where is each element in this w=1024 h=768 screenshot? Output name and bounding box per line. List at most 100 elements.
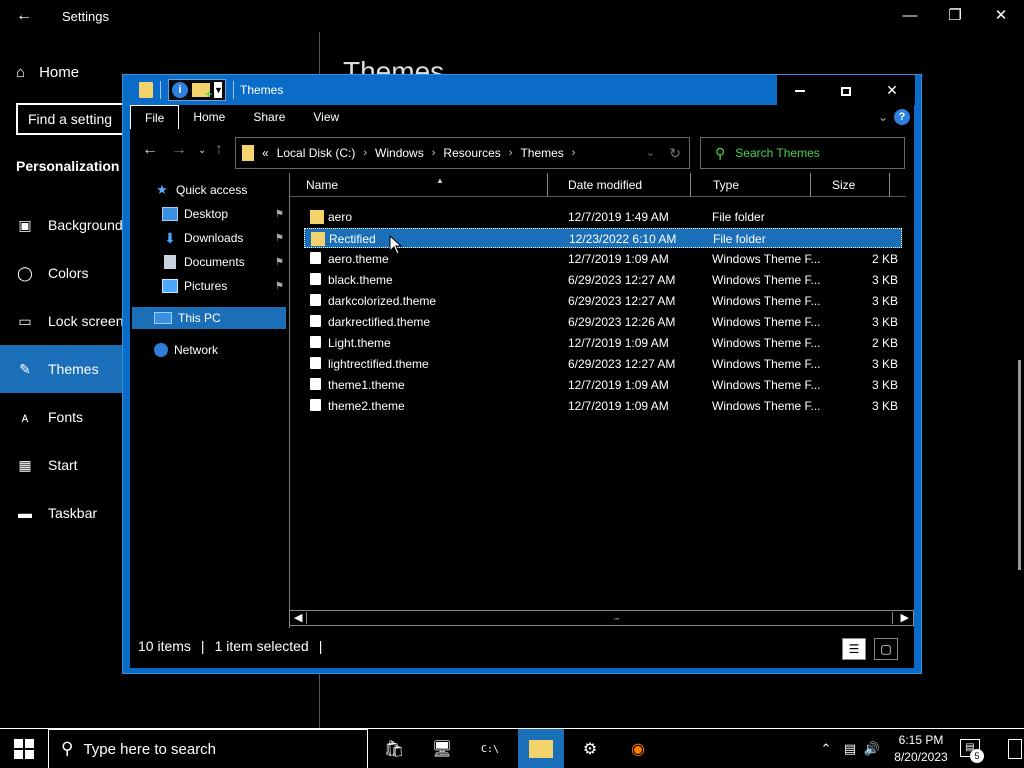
up-arrow-icon[interactable]: ↑ [215, 141, 223, 159]
file-row[interactable]: darkcolorized.theme 6/29/2023 12:27 AM W… [304, 291, 902, 311]
theme-file-icon [310, 336, 321, 348]
pin-icon: ⚑ [275, 256, 284, 268]
navigation-pane: ★ Quick access Desktop ⚑ ⬇ Downloads ⚑ D… [130, 177, 288, 627]
column-date-modified[interactable]: Date modified [560, 173, 691, 197]
properties-icon[interactable]: i [172, 82, 188, 98]
nav-documents[interactable]: Documents ⚑ [162, 251, 284, 273]
firefox-icon[interactable]: ◉ [615, 729, 661, 768]
recent-locations-chevron-icon[interactable]: ⌄ [198, 145, 206, 156]
expand-ribbon-chevron-icon[interactable]: ⌄ [878, 110, 888, 124]
back-arrow-icon[interactable]: ← [14, 6, 34, 26]
column-size[interactable]: Size [824, 173, 890, 197]
chevron-right-icon[interactable]: › [432, 147, 436, 159]
nav-downloads[interactable]: ⬇ Downloads ⚑ [162, 227, 284, 249]
chevron-right-icon[interactable]: › [363, 147, 367, 159]
file-row[interactable]: Light.theme 12/7/2019 1:09 AM Windows Th… [304, 333, 902, 353]
chevron-right-icon[interactable]: › [509, 147, 513, 159]
tab-share[interactable]: Share [239, 105, 299, 129]
ribbon-right-controls: ⌄ ? [878, 109, 910, 125]
window-title: Themes [240, 83, 284, 97]
nav-pictures[interactable]: Pictures ⚑ [162, 275, 284, 297]
file-row[interactable]: black.theme 6/29/2023 12:27 AM Windows T… [304, 270, 902, 290]
file-row[interactable]: theme2.theme 12/7/2019 1:09 AM Windows T… [304, 396, 902, 416]
tab-view[interactable]: View [299, 105, 353, 129]
network-status-icon[interactable]: ▤ [840, 729, 860, 768]
new-folder-icon[interactable] [192, 83, 212, 101]
search-box[interactable]: ⚲ Search Themes [700, 137, 905, 169]
breadcrumb-local-disk[interactable]: Local Disk (C:) [277, 146, 356, 160]
settings-scrollbar[interactable] [1018, 360, 1021, 570]
folder-icon [310, 210, 324, 224]
theme-file-icon [310, 357, 321, 369]
horizontal-scrollbar[interactable]: ◀ ┄ ▶ [289, 610, 914, 626]
theme-file-icon [310, 273, 321, 285]
tab-home[interactable]: Home [179, 105, 239, 129]
selection-count: 1 item selected [214, 638, 309, 654]
network-icon [154, 343, 168, 357]
file-row[interactable]: aero 12/7/2019 1:49 AM File folder [304, 207, 902, 227]
taskbar-icon: ▬ [18, 505, 32, 521]
taskbar-search-box[interactable]: ⚲ Type here to search [48, 729, 368, 768]
nav-this-pc[interactable]: This PC [132, 307, 286, 329]
desktop-icon [162, 207, 178, 221]
restore-button[interactable]: ❐ [941, 4, 969, 28]
large-icons-view-icon[interactable]: ▢ [874, 638, 898, 660]
nav-network[interactable]: Network [154, 339, 284, 361]
documents-icon [164, 255, 176, 269]
folder-icon [242, 145, 254, 161]
minimize-button[interactable] [777, 75, 823, 105]
column-type[interactable]: Type [705, 173, 811, 197]
minimize-button[interactable]: — [896, 4, 924, 28]
folder-icon [311, 232, 325, 246]
address-bar[interactable]: « Local Disk (C:) › Windows › Resources … [235, 137, 690, 169]
lock-screen-icon: ▭ [18, 312, 32, 329]
breadcrumb-overflow[interactable]: « [262, 146, 269, 160]
file-explorer-taskbar-icon[interactable] [518, 729, 564, 768]
file-row[interactable]: lightrectified.theme 6/29/2023 12:27 AM … [304, 354, 902, 374]
star-icon: ★ [156, 182, 168, 197]
close-button[interactable]: ✕ [987, 4, 1015, 28]
details-view-icon[interactable]: ☰ [842, 638, 866, 660]
column-headers: Name ▲ Date modified Type Size [290, 173, 906, 197]
file-explorer-window: i ▼ Themes ✕ File Home Share View ⌄ ? ← … [122, 74, 922, 674]
nav-desktop[interactable]: Desktop ⚑ [162, 203, 284, 225]
sort-up-icon: ▲ [436, 176, 444, 185]
refresh-icon[interactable]: ↻ [669, 145, 681, 162]
theme-file-icon [310, 315, 321, 327]
palette-icon: ◯ [17, 264, 33, 281]
help-icon[interactable]: ? [894, 109, 910, 125]
command-prompt-icon[interactable]: C:\ [467, 729, 513, 768]
breadcrumb-windows[interactable]: Windows [375, 146, 424, 160]
column-name[interactable]: Name ▲ [298, 173, 548, 197]
status-bar: 10 items | 1 item selected | ☰ ▢ [130, 628, 914, 668]
customize-toolbar-dropdown-icon[interactable]: ▼ [214, 82, 223, 98]
windows-start-icon[interactable] [14, 739, 34, 759]
maximize-button[interactable] [823, 75, 869, 105]
scroll-right-icon[interactable]: ▶ [901, 611, 909, 625]
back-arrow-icon[interactable]: ← [142, 141, 158, 159]
settings-gear-icon[interactable]: ⚙ [567, 729, 613, 768]
control-panel-icon[interactable]: 🖥 [419, 729, 465, 768]
close-button[interactable]: ✕ [869, 75, 915, 105]
scrollbar-thumb[interactable]: ┄ [306, 612, 893, 624]
notification-count-badge: 5 [970, 749, 984, 763]
nav-quick-access[interactable]: ★ Quick access [154, 179, 284, 201]
chevron-right-icon[interactable]: › [572, 147, 576, 159]
file-row[interactable]: theme1.theme 12/7/2019 1:09 AM Windows T… [304, 375, 902, 395]
show-desktop-button[interactable] [1008, 739, 1022, 759]
tab-file[interactable]: File [130, 105, 180, 129]
address-dropdown-icon[interactable]: ⌄ [646, 146, 655, 159]
settings-title: Settings [62, 9, 109, 24]
store-icon[interactable]: 🛍 [371, 729, 417, 768]
home-icon: ⌂ [16, 64, 26, 81]
volume-icon[interactable]: 🔊 [862, 729, 882, 768]
divider: | [200, 638, 205, 654]
file-row[interactable]: darkrectified.theme 6/29/2023 12:26 AM W… [304, 312, 902, 332]
breadcrumb-themes[interactable]: Themes [520, 146, 563, 160]
scroll-left-icon[interactable]: ◀ [294, 611, 302, 625]
breadcrumb-resources[interactable]: Resources [443, 146, 500, 160]
clock[interactable]: 6:15 PM 8/20/2023 [886, 732, 956, 766]
show-hidden-icons-chevron-icon[interactable]: ⌃ [816, 729, 836, 768]
home-nav-item[interactable]: ⌂ Home [16, 64, 79, 81]
forward-arrow-icon[interactable]: → [171, 141, 187, 159]
